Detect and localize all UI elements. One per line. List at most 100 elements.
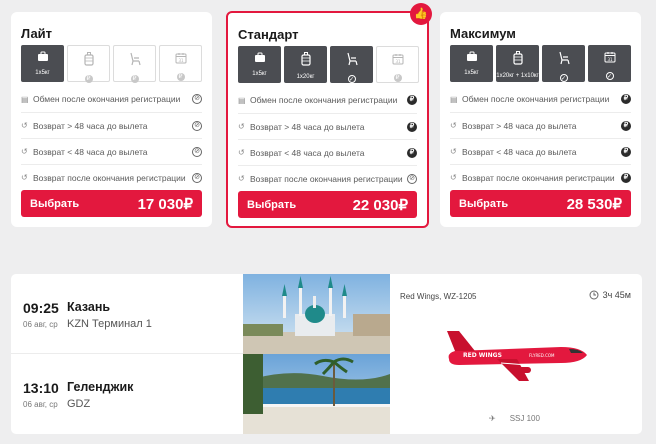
condition-text: Обмен после окончания регистрации [33,94,181,104]
duration-text: 3ч 45м [602,290,631,300]
included-check-icon: ✓ [559,74,568,82]
tariff-feature-seat: ₽ [113,45,156,83]
svg-text:FLYRED.COM: FLYRED.COM [529,353,555,358]
paid-icon: ₽ [621,146,631,157]
condition-text: Возврат после окончания регистрации [33,172,186,183]
unavailable-icon: ⊘ [192,94,202,104]
luggage-icon [512,45,523,70]
unavailable-icon: ⊘ [407,173,417,184]
tariff-condition-row: ↺ Возврат > 48 часа до вылета ⊘ [21,112,202,138]
tariff-price: 17 030₽ [137,195,193,213]
tariff-feature-calendar: 31 ₽ [376,46,419,83]
tariff-price: 28 530₽ [566,195,622,213]
gelendzhik-seaside-photo [243,354,390,434]
calendar-small-icon: ▤ [450,94,458,104]
tariff-card-standard[interactable]: 👍 Стандарт 1x5кг 1x20кг ✓ 31 ₽ ▤ Обмен после … [226,3,432,228]
select-button-label: Выбрать [30,197,80,210]
tariff-condition-row: ↺ Возврат > 48 часа до вылета ₽ [238,113,417,139]
tariff-icons: 1x5кг ₽ ₽31 ₽ [21,45,202,83]
select-tariff-button[interactable]: Выбрать 28 530₽ [450,190,631,217]
paid-icon: ₽ [84,75,93,83]
arrival-city: Геленджик [67,380,134,394]
condition-text: Возврат < 48 часа до вылета [33,146,148,157]
return-icon: ↺ [450,121,457,130]
select-tariff-button[interactable]: Выбрать 22 030₽ [238,191,417,218]
return-icon: ↺ [21,147,28,156]
arrival-date: 06 авг, ср [23,400,58,409]
calendar-icon: 31 [175,46,187,69]
paid-icon: ₽ [621,94,631,104]
tariff-feature-seat: ✓ [542,45,585,82]
tariff-feature-calendar: 31 ₽ [159,45,202,82]
aircraft-illustration: RED WINGS FLYRED.COM [447,331,587,381]
return-icon: ↺ [450,173,457,182]
arrival-airport: GDZ [67,398,91,410]
select-tariff-button[interactable]: Выбрать 17 030₽ [21,190,202,217]
seat-icon [345,46,359,71]
paid-icon: ₽ [407,121,417,132]
tariff-card-maximum[interactable]: Максимум 1x5кг 1x20кг + 1x10кг ✓ 31 ✓ ▤ Обмен… [440,12,641,227]
tariff-feature-bag: 1x5кг [450,45,493,82]
unavailable-icon: ⊘ [192,146,202,157]
tariff-feature-luggage: 1x20кг [284,46,327,83]
departure-city: Казань [67,300,111,314]
unavailable-icon: ⊘ [192,172,202,183]
included-check-icon: ✓ [605,72,614,80]
thumbs-up-icon: 👍 [410,3,432,25]
bag-icon [37,45,49,67]
departure-airport: KZN Терминал 1 [67,318,152,330]
departure-date: 06 авг, ср [23,320,58,329]
aircraft-icon: ✈ [489,414,496,423]
tariff-condition-row: ↺ Возврат < 48 часа до вылета ⊘ [21,138,202,164]
feature-label: 1x20кг [296,74,315,80]
flight-card[interactable]: 09:25 06 авг, ср Казань KZN Терминал 1 1… [11,274,642,434]
bag-icon [254,46,266,68]
condition-text: Возврат < 48 часа до вылета [462,146,577,157]
tariff-card-lite[interactable]: Лайт 1x5кг ₽ ₽31 ₽ ▤ Обмен после окончания р… [11,12,212,227]
kazan-city-photo [243,274,390,354]
svg-text:31: 31 [178,58,184,63]
tariff-feature-luggage: 1x20кг + 1x10кг [496,45,539,82]
feature-label: 1x20кг + 1x10кг [496,73,539,79]
svg-text:31: 31 [395,59,401,64]
condition-text: Возврат > 48 часа до вылета [250,121,365,132]
return-icon: ↺ [238,122,245,131]
arrival-time: 13:10 [23,380,59,396]
paid-icon: ₽ [621,120,631,131]
clock-icon [589,290,599,300]
tariff-condition-row: ▤ Обмен после окончания регистрации ₽ [238,87,417,113]
luggage-icon [300,46,311,71]
tariff-condition-row: ↺ Возврат после окончания регистрации ₽ [450,164,631,190]
paid-icon: ₽ [407,147,417,158]
calendar-icon: 31 [392,47,404,70]
tariff-conditions: ▤ Обмен после окончания регистрации ⊘ ↺ Возв… [21,86,202,190]
departure-segment: 09:25 06 авг, ср Казань KZN Терминал 1 [11,274,243,354]
return-icon: ↺ [238,174,245,183]
paid-icon: ₽ [130,75,139,83]
paid-icon: ₽ [407,95,417,105]
tariff-feature-bag: 1x5кг [21,45,64,82]
tariff-condition-row: ↺ Возврат после окончания регистрации ⊘ [238,165,417,191]
tariff-feature-seat: ✓ [330,46,373,83]
calendar-small-icon: ▤ [21,94,29,104]
tariff-icons: 1x5кг 1x20кг + 1x10кг ✓ 31 ✓ [450,45,631,82]
tariff-conditions: ▤ Обмен после окончания регистрации ₽ ↺ Возв… [450,86,631,190]
tariff-condition-row: ↺ Возврат после окончания регистрации ⊘ [21,164,202,190]
tariff-feature-luggage: ₽ [67,45,110,83]
bag-icon [466,45,478,67]
return-icon: ↺ [450,147,457,156]
aircraft-model-text: SSJ 100 [509,414,540,423]
tariff-feature-calendar: 31 ✓ [588,45,631,82]
svg-text:31: 31 [607,57,613,62]
condition-text: Возврат > 48 часа до вылета [462,120,577,131]
unavailable-icon: ⊘ [192,120,202,131]
luggage-icon [83,46,94,71]
seat-icon [557,45,571,70]
paid-icon: ₽ [621,172,631,183]
aircraft-model: ✈ SSJ 100 [489,414,540,423]
calendar-small-icon: ▤ [238,95,246,105]
paid-icon: ₽ [176,73,185,81]
arrival-segment: 13:10 06 авг, ср Геленджик GDZ [11,354,243,434]
tariff-condition-row: ▤ Обмен после окончания регистрации ⊘ [21,86,202,112]
feature-label: 1x5кг [35,70,50,76]
